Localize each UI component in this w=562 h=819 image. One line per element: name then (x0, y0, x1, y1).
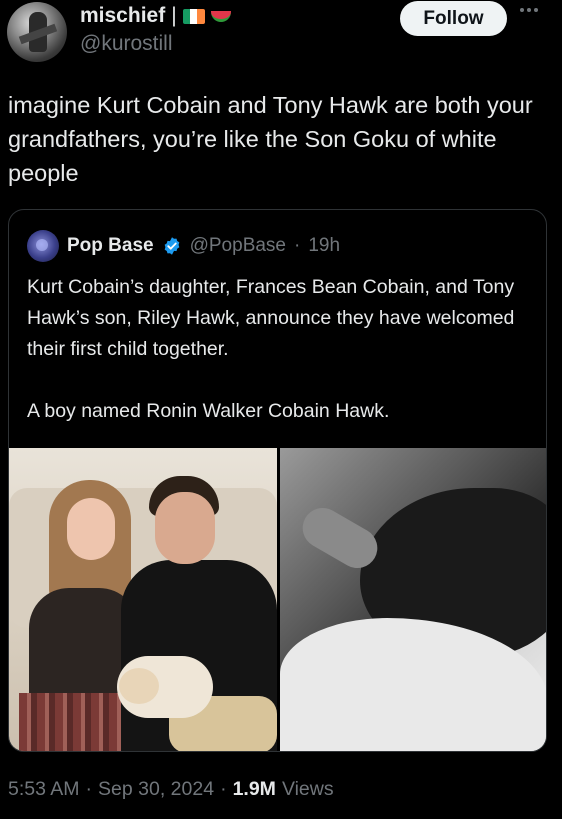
verified-badge-icon (164, 237, 179, 255)
meta-separator-2: · (220, 778, 227, 800)
tweet-meta: 5:53 AM · Sep 30, 2024 · 1.9M Views (8, 778, 334, 801)
meta-separator-1: · (85, 778, 93, 800)
name-separator: | (171, 4, 177, 27)
quoted-tweet[interactable]: Pop Base @PopBase · 19h Kurt Cobain’s da… (8, 209, 547, 752)
quote-author-handle[interactable]: @PopBase (190, 235, 286, 257)
author-handle[interactable]: @kurostill (80, 32, 173, 56)
tweet-time[interactable]: 5:53 AM (8, 778, 80, 801)
author-avatar[interactable] (7, 2, 67, 62)
follow-button[interactable]: Follow (400, 1, 507, 36)
woman-face (67, 498, 115, 560)
author-display-name[interactable]: mischief (80, 4, 165, 28)
man-face (155, 492, 215, 564)
more-options-icon[interactable] (520, 8, 538, 12)
ireland-flag-icon (182, 8, 205, 24)
quote-author-name[interactable]: Pop Base (67, 235, 154, 257)
quote-dot: · (294, 235, 301, 256)
quote-time[interactable]: 19h (308, 235, 340, 257)
watermelon-icon (210, 10, 231, 22)
views-label: Views (281, 778, 334, 800)
quote-header: Pop Base @PopBase · 19h (27, 230, 340, 262)
couple-with-dog-photo[interactable] (9, 448, 277, 751)
views-count: 1.9M (232, 778, 276, 800)
tweet-header: mischief | @kurostill Follow (0, 0, 562, 70)
dog-head (119, 668, 159, 704)
newborn-bw-photo[interactable] (280, 448, 546, 751)
author-name-row: mischief | (80, 4, 231, 28)
tweet-date[interactable]: Sep 30, 2024 (98, 778, 214, 801)
quote-paragraph-2: A boy named Ronin Walker Cobain Hawk. (27, 400, 390, 422)
quote-paragraph-1: Kurt Cobain’s daughter, Frances Bean Cob… (27, 276, 515, 360)
quote-text: Kurt Cobain’s daughter, Frances Bean Cob… (27, 272, 532, 427)
quote-avatar[interactable] (27, 230, 59, 262)
tweet-text: imagine Kurt Cobain and Tony Hawk are bo… (8, 92, 533, 186)
